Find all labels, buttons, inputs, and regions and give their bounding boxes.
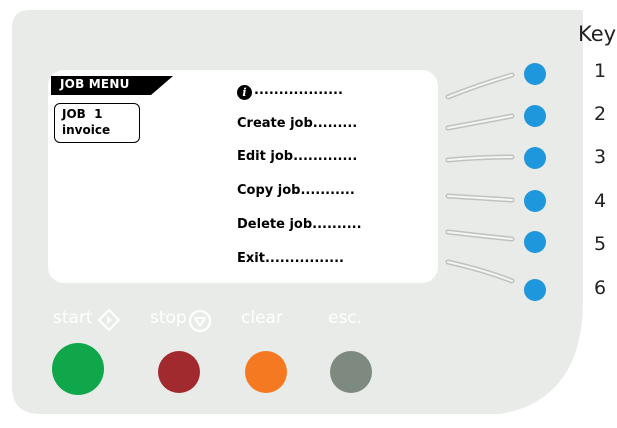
clear-button[interactable] <box>245 351 287 393</box>
key-number-6: 6 <box>593 277 607 299</box>
softkey-1[interactable] <box>524 63 546 85</box>
menu-item-dots: ............. <box>293 149 358 164</box>
key-number-2: 2 <box>593 103 607 125</box>
job-id: JOB 1 <box>62 107 103 121</box>
menu-item-label: Delete job <box>237 217 313 232</box>
clear-label: clear <box>241 308 283 328</box>
menu-item-dots: ................ <box>264 251 344 266</box>
key-number-5: 5 <box>593 233 607 255</box>
menu-item-edit-job[interactable]: Edit job............. <box>237 146 423 168</box>
circle-stop-icon <box>188 309 212 333</box>
softkey-6[interactable] <box>524 279 546 301</box>
stop-button[interactable] <box>158 351 200 393</box>
menu-item-exit[interactable]: Exit................ <box>237 248 423 270</box>
menu-item-dots: .................. <box>254 83 343 98</box>
start-button[interactable] <box>52 343 104 395</box>
menu-item-dots: ........... <box>300 183 355 198</box>
menu-item-label: Edit job <box>237 149 294 164</box>
start-label: start <box>53 308 93 328</box>
key-number-1: 1 <box>593 60 607 82</box>
menu-item-dots: ......... <box>312 116 358 131</box>
softkey-5[interactable] <box>524 231 546 253</box>
menu-item-dots: .......... <box>312 217 362 232</box>
menu-item-delete-job[interactable]: Delete job.......... <box>237 214 423 236</box>
softkey-4[interactable] <box>524 190 546 212</box>
current-job-box: JOB 1 invoice <box>54 103 140 143</box>
key-title: Key <box>578 22 617 46</box>
menu-item-create-job[interactable]: Create job......... <box>237 113 423 135</box>
menu-item-copy-job[interactable]: Copy job........... <box>237 180 423 202</box>
key-number-4: 4 <box>593 190 607 212</box>
job-name: invoice <box>62 123 111 137</box>
softkey-3[interactable] <box>524 147 546 169</box>
info-icon: i <box>237 85 252 100</box>
diamond-start-icon <box>97 308 121 332</box>
stop-label: stop <box>150 308 187 328</box>
menu-item-info[interactable]: i.................. <box>237 80 423 102</box>
menu-item-label: Exit <box>237 251 265 266</box>
softkey-2[interactable] <box>524 105 546 127</box>
key-number-3: 3 <box>593 146 607 168</box>
esc-label: esc. <box>328 308 363 328</box>
esc-button[interactable] <box>330 351 372 393</box>
menu-title: JOB MENU <box>60 77 130 91</box>
menu-item-label: Create job <box>237 116 313 131</box>
menu-item-label: Copy job <box>237 183 301 198</box>
